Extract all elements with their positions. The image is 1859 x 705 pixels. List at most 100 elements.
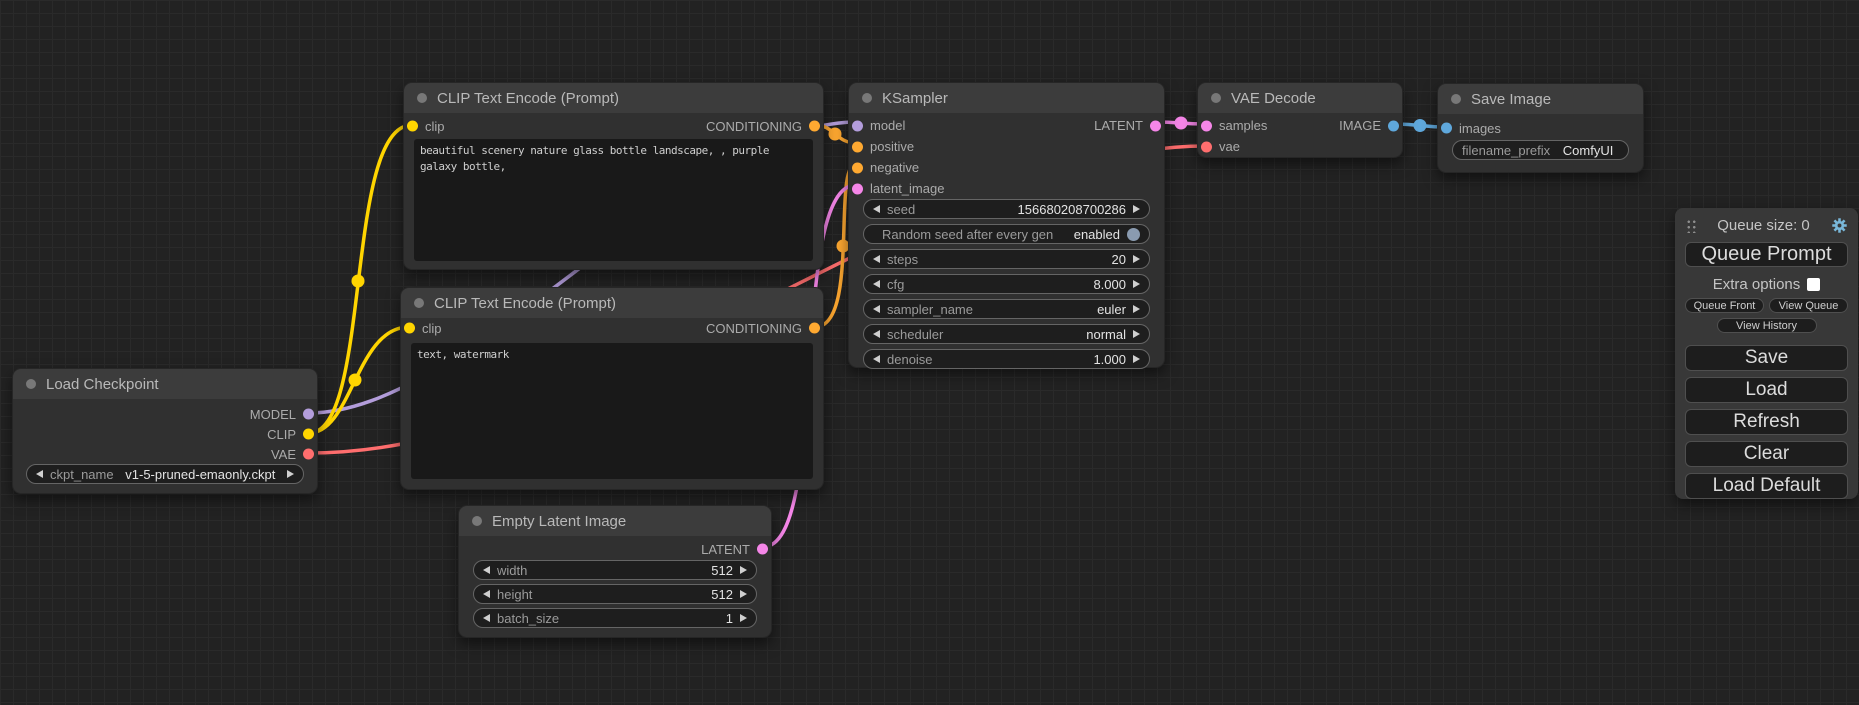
toggle-indicator-icon[interactable] — [1127, 228, 1140, 241]
view-history-button[interactable]: View History — [1717, 318, 1817, 333]
steps-widget[interactable]: steps 20 — [863, 249, 1150, 269]
widget-label: height — [497, 587, 532, 602]
widget-value: euler — [1097, 302, 1126, 317]
decrement-arrow-icon[interactable] — [873, 205, 880, 213]
conditioning-output-port[interactable] — [809, 323, 820, 334]
prompt-textarea[interactable]: text, watermark — [411, 343, 813, 479]
view-queue-button[interactable]: View Queue — [1769, 298, 1848, 313]
decrement-arrow-icon[interactable] — [873, 280, 880, 288]
input-label-latent-image: latent_image — [870, 181, 944, 196]
clip-output-port[interactable] — [303, 429, 314, 440]
latent-image-input-port[interactable] — [852, 183, 863, 194]
widget-value: normal — [1086, 327, 1126, 342]
collapse-dot-icon[interactable] — [862, 93, 872, 103]
decrement-arrow-icon[interactable] — [873, 255, 880, 263]
model-output-port[interactable] — [303, 409, 314, 420]
cfg-widget[interactable]: cfg 8.000 — [863, 274, 1150, 294]
batch-size-widget[interactable]: batch_size 1 — [473, 608, 757, 628]
node-title-bar[interactable]: CLIP Text Encode (Prompt) — [401, 288, 823, 318]
decrement-arrow-icon[interactable] — [873, 355, 880, 363]
node-title-bar[interactable]: KSampler — [849, 83, 1164, 113]
node-clip-text-encode-positive[interactable]: CLIP Text Encode (Prompt) clip CONDITION… — [403, 82, 824, 270]
increment-arrow-icon[interactable] — [1133, 355, 1140, 363]
samples-input-port[interactable] — [1201, 120, 1212, 131]
decrement-arrow-icon[interactable] — [873, 305, 880, 313]
ckpt-name-widget[interactable]: ckpt_name v1-5-pruned-emaonly.ckpt — [26, 464, 304, 484]
node-empty-latent-image[interactable]: Empty Latent Image LATENT width 512 heig… — [458, 505, 772, 638]
node-title-bar[interactable]: Empty Latent Image — [459, 506, 771, 536]
latent-output-port[interactable] — [757, 544, 768, 555]
vae-input-port[interactable] — [1201, 141, 1212, 152]
widget-label: batch_size — [497, 611, 559, 626]
extra-options-label: Extra options — [1713, 276, 1801, 293]
prompt-textarea[interactable]: beautiful scenery nature glass bottle la… — [414, 139, 813, 261]
sampler-name-widget[interactable]: sampler_name euler — [863, 299, 1150, 319]
decrement-arrow-icon[interactable] — [873, 330, 880, 338]
output-label-image: IMAGE — [1339, 118, 1381, 133]
decrement-arrow-icon[interactable] — [483, 566, 490, 574]
save-button[interactable]: Save — [1685, 345, 1848, 371]
node-title-bar[interactable]: CLIP Text Encode (Prompt) — [404, 83, 823, 113]
node-title-bar[interactable]: Load Checkpoint — [13, 369, 317, 399]
load-default-button[interactable]: Load Default — [1685, 473, 1848, 499]
queue-panel: Queue size: 0 Queue Prompt Extra options… — [1675, 208, 1858, 499]
queue-front-button[interactable]: Queue Front — [1685, 298, 1764, 313]
decrement-arrow-icon[interactable] — [483, 614, 490, 622]
increment-arrow-icon[interactable] — [1133, 330, 1140, 338]
load-button[interactable]: Load — [1685, 377, 1848, 403]
clip-input-port[interactable] — [404, 323, 415, 334]
collapse-dot-icon[interactable] — [1451, 94, 1461, 104]
increment-arrow-icon[interactable] — [1133, 205, 1140, 213]
node-ksampler[interactable]: KSampler model LATENT positive negative … — [848, 82, 1165, 368]
output-label-conditioning: CONDITIONING — [706, 321, 802, 336]
node-load-checkpoint[interactable]: Load Checkpoint MODEL CLIP VAE ckpt_name… — [12, 368, 318, 494]
vae-output-port[interactable] — [303, 449, 314, 460]
decrement-arrow-icon[interactable] — [483, 590, 490, 598]
output-label-latent: LATENT — [1094, 118, 1143, 133]
model-input-port[interactable] — [852, 120, 863, 131]
increment-arrow-icon[interactable] — [740, 566, 747, 574]
node-title-bar[interactable]: VAE Decode — [1198, 83, 1402, 113]
conditioning-output-port[interactable] — [809, 121, 820, 132]
extra-options-checkbox[interactable] — [1807, 278, 1820, 291]
output-label-conditioning: CONDITIONING — [706, 119, 802, 134]
denoise-widget[interactable]: denoise 1.000 — [863, 349, 1150, 369]
clear-button[interactable]: Clear — [1685, 441, 1848, 467]
collapse-dot-icon[interactable] — [472, 516, 482, 526]
increment-arrow-icon[interactable] — [740, 614, 747, 622]
node-clip-text-encode-negative[interactable]: CLIP Text Encode (Prompt) clip CONDITION… — [400, 287, 824, 490]
negative-input-port[interactable] — [852, 162, 863, 173]
seed-widget[interactable]: seed 156680208700286 — [863, 199, 1150, 219]
settings-gear-icon[interactable] — [1831, 217, 1848, 234]
positive-input-port[interactable] — [852, 141, 863, 152]
increment-arrow-icon[interactable] — [287, 470, 294, 478]
queue-prompt-button[interactable]: Queue Prompt — [1685, 242, 1848, 267]
node-title: Load Checkpoint — [46, 376, 159, 393]
filename-prefix-widget[interactable]: filename_prefix ComfyUI — [1452, 140, 1629, 160]
decrement-arrow-icon[interactable] — [36, 470, 43, 478]
increment-arrow-icon[interactable] — [1133, 280, 1140, 288]
refresh-button[interactable]: Refresh — [1685, 409, 1848, 435]
collapse-dot-icon[interactable] — [414, 298, 424, 308]
increment-arrow-icon[interactable] — [740, 590, 747, 598]
width-widget[interactable]: width 512 — [473, 560, 757, 580]
images-input-port[interactable] — [1441, 123, 1452, 134]
height-widget[interactable]: height 512 — [473, 584, 757, 604]
random-seed-widget[interactable]: Random seed after every gen enabled — [863, 224, 1150, 244]
image-output-port[interactable] — [1388, 120, 1399, 131]
increment-arrow-icon[interactable] — [1133, 255, 1140, 263]
collapse-dot-icon[interactable] — [1211, 93, 1221, 103]
widget-value: enabled — [1074, 227, 1120, 242]
collapse-dot-icon[interactable] — [26, 379, 36, 389]
collapse-dot-icon[interactable] — [417, 93, 427, 103]
drag-handle-icon[interactable] — [1685, 218, 1696, 233]
increment-arrow-icon[interactable] — [1133, 305, 1140, 313]
node-title-bar[interactable]: Save Image — [1438, 84, 1643, 114]
scheduler-widget[interactable]: scheduler normal — [863, 324, 1150, 344]
node-vae-decode[interactable]: VAE Decode samples IMAGE vae — [1197, 82, 1403, 158]
wire-midpoint-dot — [349, 374, 362, 387]
clip-input-port[interactable] — [407, 121, 418, 132]
latent-output-port[interactable] — [1150, 120, 1161, 131]
node-save-image[interactable]: Save Image images filename_prefix ComfyU… — [1437, 83, 1644, 173]
output-label-vae: VAE — [271, 447, 296, 462]
